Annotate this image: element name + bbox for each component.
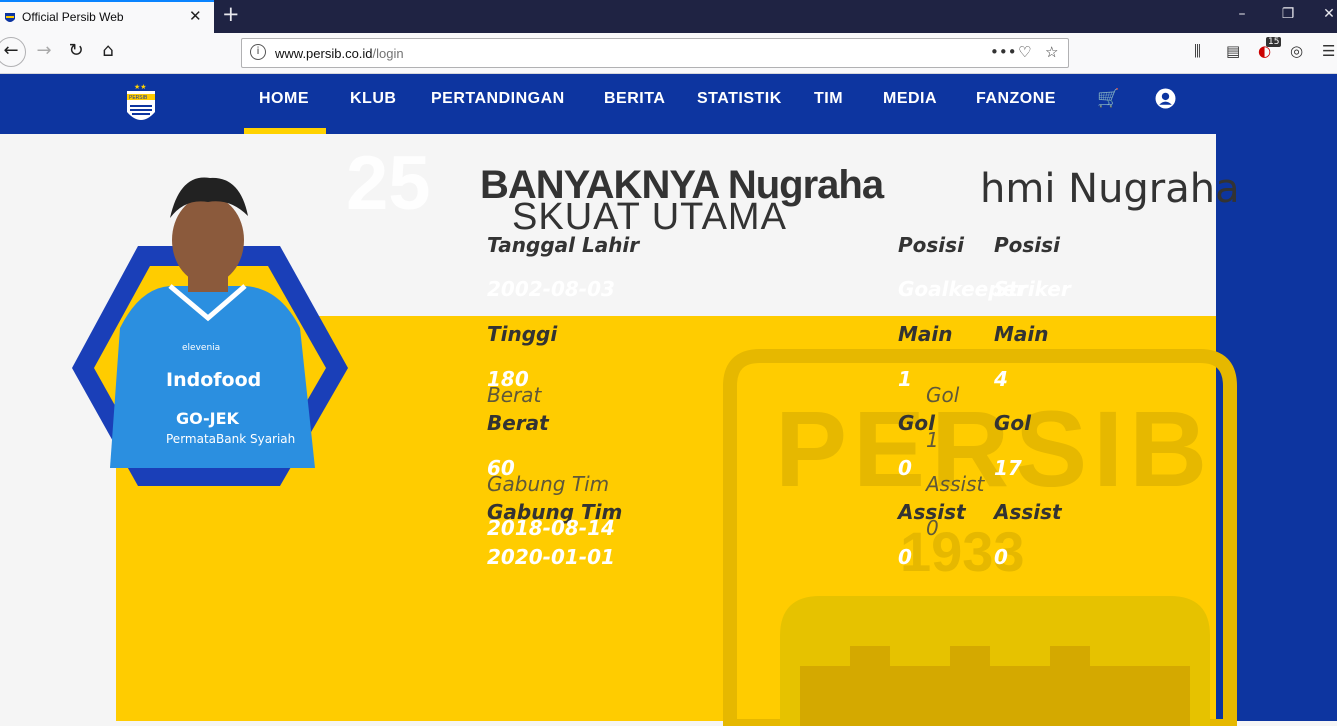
sidebar-icon[interactable]: ▤ bbox=[1226, 42, 1240, 60]
svg-text:PERSIB: PERSIB bbox=[775, 388, 1213, 509]
reload-icon[interactable]: ↻ bbox=[64, 40, 88, 61]
persib-watermark: PERSIB 1933 bbox=[723, 349, 1237, 726]
tab-title: Official Persib Web bbox=[22, 10, 124, 24]
value-assist-ghost: 0 bbox=[926, 516, 939, 540]
nav-media[interactable]: MEDIA bbox=[883, 90, 937, 108]
value-tanggal-lahir: 2002-08-03 bbox=[487, 277, 615, 301]
page-actions-icon[interactable]: ••• bbox=[990, 43, 1017, 61]
back-arrow-icon[interactable]: ← bbox=[0, 37, 26, 67]
url-bar[interactable]: i www.persib.co.id/login ••• ♡ ☆ bbox=[241, 38, 1069, 68]
browser-tab-strip: Official Persib Web ✕ + – ❐ ✕ bbox=[0, 0, 1337, 33]
forward-arrow-icon[interactable]: → bbox=[32, 40, 56, 61]
value-gabung-tim-2: 2020-01-01 bbox=[487, 545, 615, 569]
svg-text:PermataBank Syariah: PermataBank Syariah bbox=[166, 432, 295, 446]
player-photo: elevenia Indofood GO-JEK PermataBank Sya… bbox=[72, 177, 348, 486]
player-shirt-number: 25 bbox=[346, 141, 431, 226]
svg-text:GO-JEK: GO-JEK bbox=[176, 409, 240, 428]
label-assist-2: Assist bbox=[994, 500, 1062, 524]
svg-text:elevenia: elevenia bbox=[182, 343, 220, 353]
restore-icon[interactable]: ❐ bbox=[1278, 6, 1298, 22]
label-gol-ghost: Gol bbox=[926, 383, 960, 407]
nav-statistik[interactable]: STATISTIK bbox=[697, 90, 782, 108]
player-name: hmi Nugraha bbox=[980, 166, 1240, 212]
value-gol-1: 0 bbox=[898, 456, 912, 480]
tab-close-icon[interactable]: ✕ bbox=[189, 7, 202, 25]
addon-icon[interactable]: ◎ bbox=[1290, 42, 1303, 60]
nav-klub[interactable]: KLUB bbox=[350, 90, 396, 108]
url-text[interactable]: www.persib.co.id/login bbox=[275, 46, 404, 61]
label-gabung-tim-ghost: Gabung Tim bbox=[487, 472, 610, 496]
label-posisi: Posisi bbox=[898, 233, 964, 257]
svg-text:★★: ★★ bbox=[134, 83, 147, 91]
home-icon[interactable]: ⌂ bbox=[96, 40, 120, 61]
user-account-icon[interactable] bbox=[1155, 88, 1176, 109]
label-assist-ghost: Assist bbox=[926, 472, 985, 496]
svg-text:Indofood: Indofood bbox=[166, 369, 261, 391]
close-window-icon[interactable]: ✕ bbox=[1319, 6, 1337, 22]
value-gol-ghost: 1 bbox=[926, 428, 939, 452]
label-posisi-2: Posisi bbox=[994, 233, 1060, 257]
persib-logo-icon[interactable]: ★★ PERSIB bbox=[124, 82, 158, 128]
browser-toolbar: ← → ↻ ⌂ i www.persib.co.id/login ••• ♡ ☆… bbox=[0, 33, 1337, 74]
new-tab-icon[interactable]: + bbox=[222, 2, 240, 26]
nav-pertandingan[interactable]: PERTANDINGAN bbox=[431, 90, 565, 108]
persib-favicon-icon bbox=[5, 13, 15, 22]
bookmark-star-icon[interactable]: ☆ bbox=[1045, 43, 1058, 61]
label-tanggal-lahir: Tanggal Lahir bbox=[487, 233, 640, 257]
extension-badge: 15 bbox=[1266, 37, 1282, 47]
nav-berita[interactable]: BERITA bbox=[604, 90, 665, 108]
label-tinggi: Tinggi bbox=[487, 322, 558, 346]
nav-tim[interactable]: TIM bbox=[814, 90, 843, 108]
menu-icon[interactable]: ☰ bbox=[1322, 42, 1335, 60]
label-berat: Berat bbox=[487, 411, 549, 435]
site-header bbox=[0, 74, 1337, 134]
pocket-icon[interactable]: ♡ bbox=[1018, 43, 1031, 61]
cart-icon[interactable]: 🛒 bbox=[1097, 88, 1119, 109]
value-posisi-2: Striker bbox=[994, 277, 1071, 301]
label-gol-2: Gol bbox=[994, 411, 1032, 435]
browser-tab[interactable]: Official Persib Web ✕ bbox=[0, 0, 214, 33]
library-icon[interactable]: ⫼ bbox=[1194, 42, 1201, 60]
nav-fanzone[interactable]: FANZONE bbox=[976, 90, 1056, 108]
label-berat-ghost: Berat bbox=[487, 383, 542, 407]
value-main-1: 1 bbox=[898, 367, 912, 391]
svg-text:PERSIB: PERSIB bbox=[129, 95, 148, 101]
label-main: Main bbox=[898, 322, 953, 346]
value-gabung-tim-1: 2018-08-14 bbox=[487, 516, 615, 540]
value-assist-1: 0 bbox=[898, 545, 912, 569]
nav-home[interactable]: HOME bbox=[259, 90, 309, 108]
label-main-2: Main bbox=[994, 322, 1049, 346]
value-main-2: 4 bbox=[994, 367, 1008, 391]
value-assist-2: 0 bbox=[994, 545, 1008, 569]
value-gol-2: 17 bbox=[994, 456, 1022, 480]
minimize-icon[interactable]: – bbox=[1232, 6, 1252, 22]
site-info-icon[interactable]: i bbox=[250, 44, 266, 60]
